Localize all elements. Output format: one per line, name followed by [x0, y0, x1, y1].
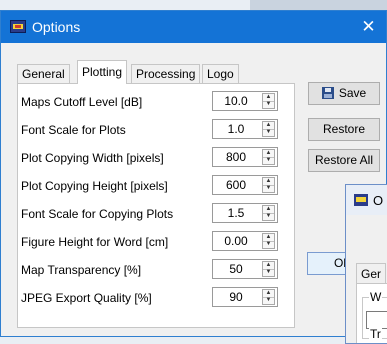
spin-arrows[interactable]: ▲ ▼ — [262, 149, 275, 165]
spin-down-icon[interactable]: ▼ — [263, 297, 274, 304]
title-bar[interactable]: Options ✕ — [1, 11, 386, 43]
copy-height-spinbox[interactable]: ▲ ▼ — [212, 175, 278, 195]
spin-down-icon[interactable]: ▼ — [263, 157, 274, 164]
setting-label-font-scale-copy: Font Scale for Copying Plots — [21, 207, 174, 221]
restore-all-button[interactable]: Restore All — [308, 149, 380, 172]
copy-width-spinbox[interactable]: ▲ ▼ — [212, 147, 278, 167]
background-window-edge — [250, 0, 387, 10]
font-scale-plots-input[interactable] — [213, 120, 259, 138]
second-options-window: O Ger W Tr — [345, 184, 387, 344]
spin-down-icon[interactable]: ▼ — [263, 129, 274, 136]
close-button[interactable]: ✕ — [351, 11, 386, 43]
spin-arrows[interactable]: ▲ ▼ — [262, 233, 275, 249]
font-scale-copy-input[interactable] — [213, 204, 259, 222]
figure-height-word-spinbox[interactable]: ▲ ▼ — [212, 231, 278, 251]
spin-arrows[interactable]: ▲ ▼ — [262, 289, 275, 305]
second-window-group2-label: Tr — [369, 327, 382, 341]
font-scale-plots-spinbox[interactable]: ▲ ▼ — [212, 119, 278, 139]
jpeg-quality-spinbox[interactable]: ▲ ▼ — [212, 287, 278, 307]
spin-down-icon[interactable]: ▼ — [263, 269, 274, 276]
spin-down-icon[interactable]: ▼ — [263, 185, 274, 192]
tab-general[interactable]: General — [17, 64, 70, 83]
app-icon — [354, 194, 368, 206]
tab-plotting[interactable]: Plotting — [77, 60, 128, 84]
figure-height-word-input[interactable] — [213, 232, 259, 250]
map-transparency-input[interactable] — [213, 260, 259, 278]
spin-arrows[interactable]: ▲ ▼ — [262, 177, 275, 193]
save-button[interactable]: Save — [308, 82, 380, 105]
second-window-title-bar[interactable]: O — [346, 185, 387, 215]
floppy-disk-icon — [321, 87, 334, 99]
font-scale-copy-spinbox[interactable]: ▲ ▼ — [212, 203, 278, 223]
spin-down-icon[interactable]: ▼ — [263, 213, 274, 220]
maps-cutoff-spinbox[interactable]: ▲ ▼ — [212, 91, 278, 111]
tab-processing[interactable]: Processing — [131, 64, 201, 83]
setting-label-copy-height: Plot Copying Height [pixels] — [21, 179, 168, 193]
options-dialog: Options ✕ General Plotting Processing Lo… — [0, 10, 387, 337]
setting-label-figure-height-word: Figure Height for Word [cm] — [21, 235, 169, 249]
tab-logo[interactable]: Logo — [202, 64, 239, 83]
copy-width-input[interactable] — [213, 148, 259, 166]
spin-down-icon[interactable]: ▼ — [263, 101, 274, 108]
spin-arrows[interactable]: ▲ ▼ — [262, 121, 275, 137]
second-window-tab-general[interactable]: Ger — [356, 263, 387, 284]
spin-arrows[interactable]: ▲ ▼ — [262, 205, 275, 221]
second-window-title: O — [373, 193, 384, 208]
jpeg-quality-input[interactable] — [213, 288, 259, 306]
setting-label-maps-cutoff: Maps Cutoff Level [dB] — [21, 95, 143, 109]
maps-cutoff-input[interactable] — [213, 92, 259, 110]
window-title: Options — [32, 19, 81, 35]
spin-down-icon[interactable]: ▼ — [263, 241, 274, 248]
spin-arrows[interactable]: ▲ ▼ — [262, 261, 275, 277]
setting-label-font-scale-plots: Font Scale for Plots — [21, 123, 126, 137]
setting-label-jpeg-quality: JPEG Export Quality [%] — [21, 291, 152, 305]
setting-label-copy-width: Plot Copying Width [pixels] — [21, 151, 164, 165]
ok-button[interactable]: Ok — [307, 252, 349, 275]
save-button-label: Save — [338, 86, 367, 100]
setting-label-map-transparency: Map Transparency [%] — [21, 263, 142, 277]
map-transparency-spinbox[interactable]: ▲ ▼ — [212, 259, 278, 279]
app-icon — [10, 20, 26, 33]
restore-button[interactable]: Restore — [308, 118, 380, 141]
spin-arrows[interactable]: ▲ ▼ — [262, 93, 275, 109]
second-window-group-label: W — [369, 290, 383, 304]
copy-height-input[interactable] — [213, 176, 259, 194]
